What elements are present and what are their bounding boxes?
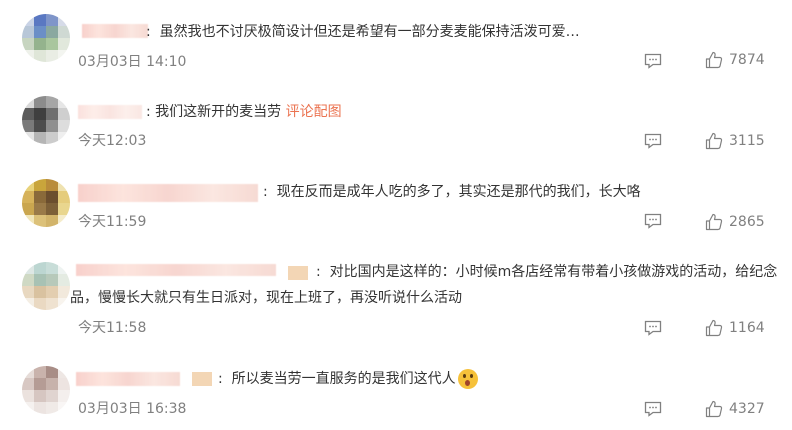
comment-time: 03月03日 14:10 — [78, 54, 187, 70]
username-blurred[interactable] — [82, 24, 148, 38]
like-count: 1164 — [729, 320, 765, 336]
comment-icon[interactable] — [644, 133, 662, 149]
comment-time: 今天11:58 — [78, 320, 147, 336]
avatar[interactable] — [22, 96, 70, 144]
shocked-face-emoji — [457, 369, 478, 389]
like-button[interactable]: 1164 — [705, 319, 765, 337]
comment-text: : 虽然我也不讨厌极简设计但还是希望有一部分麦麦能保持活泼可爱… — [146, 24, 580, 40]
comment-time: 03月03日 16:38 — [78, 401, 187, 417]
comment-icon[interactable] — [644, 401, 662, 417]
comment-icon[interactable] — [644, 320, 662, 336]
like-button[interactable]: 3115 — [705, 132, 765, 150]
username-blurred[interactable] — [78, 184, 258, 202]
comment-text: : 对比国内是这样的：小时候m各店经常有带着小孩做游戏的活动，给纪念品，慢慢长大… — [70, 264, 778, 306]
like-count: 2865 — [729, 214, 765, 230]
thumbs-up-icon — [705, 51, 723, 69]
like-count: 4327 — [729, 401, 765, 417]
avatar[interactable] — [22, 262, 70, 310]
like-button[interactable]: 2865 — [705, 213, 765, 231]
comment-icon[interactable] — [644, 213, 662, 229]
thumbs-up-icon — [705, 319, 723, 337]
avatar[interactable] — [22, 366, 70, 414]
username-blurred[interactable] — [76, 372, 180, 386]
like-count: 3115 — [729, 133, 765, 149]
comment-icon[interactable] — [644, 53, 662, 69]
like-button[interactable]: 7874 — [705, 51, 765, 69]
thumbs-up-icon — [705, 213, 723, 231]
user-badge-blurred — [192, 372, 212, 386]
comment-text: : 现在反而是成年人吃的多了，其实还是那代的我们，长大咯 — [263, 184, 641, 200]
avatar[interactable] — [22, 14, 70, 62]
comment-time: 今天11:59 — [78, 214, 147, 230]
comment-time: 今天12:03 — [78, 133, 147, 149]
comment-image-link[interactable]: 评论配图 — [286, 104, 342, 120]
comment-text: : 我们这新开的麦当劳 评论配图 — [146, 104, 342, 120]
avatar[interactable] — [22, 179, 70, 227]
like-count: 7874 — [729, 52, 765, 68]
username-blurred[interactable] — [78, 105, 142, 119]
thumbs-up-icon — [705, 400, 723, 418]
comment-text: : 所以麦当劳一直服务的是我们这代人 — [218, 366, 478, 392]
like-button[interactable]: 4327 — [705, 400, 765, 418]
thumbs-up-icon — [705, 132, 723, 150]
